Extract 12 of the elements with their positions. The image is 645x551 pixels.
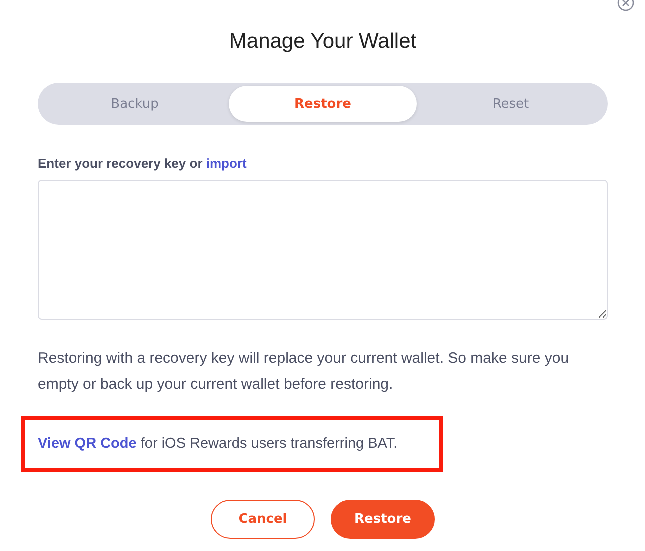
view-qr-code-link[interactable]: View QR Code	[38, 436, 137, 452]
tab[interactable]: Reset	[417, 86, 605, 122]
tab[interactable]: Backup	[41, 86, 229, 122]
warning-text: Restoring with a recovery key will replace your current wallet. So make sure you empty or back up your current wallet before restoring.	[38, 349, 570, 395]
restore-button[interactable]: Restore	[331, 500, 435, 539]
import-link[interactable]: import	[206, 156, 247, 171]
cancel-button[interactable]: Cancel	[211, 500, 315, 539]
recovery-key-field[interactable]	[38, 180, 608, 320]
tab[interactable]: Restore	[229, 86, 417, 122]
field-label: Enter your recovery key or	[38, 156, 203, 171]
dialog-title: Manage Your Wallet	[228, 29, 418, 55]
qr-note-text: View QR Code for iOS Rewards users transferring BAT.	[38, 436, 398, 452]
